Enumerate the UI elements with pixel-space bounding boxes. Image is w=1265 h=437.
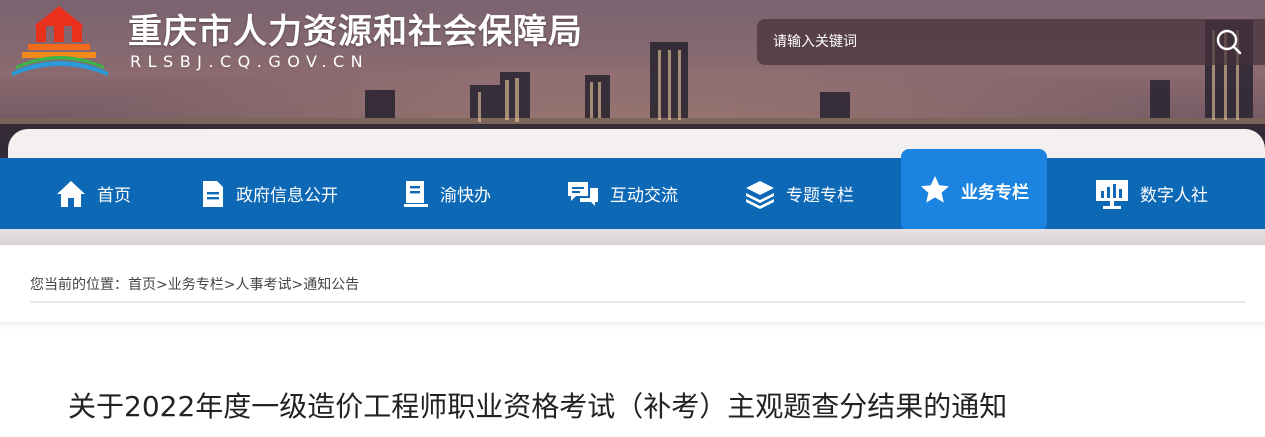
nav-item-label: 数字人社	[1140, 186, 1208, 206]
nav-item-label: 业务专栏	[961, 182, 1029, 203]
nav-item-business[interactable]: 业务专栏	[901, 149, 1047, 231]
book-icon	[404, 180, 428, 207]
search-input[interactable]	[773, 31, 1193, 53]
nav-item-label: 政府信息公开	[236, 186, 338, 206]
star-icon	[921, 176, 949, 203]
breadcrumb-prefix: 您当前的位置：	[30, 277, 128, 293]
breadcrumb-separator: >	[156, 277, 168, 293]
layers-icon	[746, 180, 774, 209]
document-icon	[203, 180, 223, 207]
breadcrumb-link-personnel-exam[interactable]: 人事考试	[235, 277, 291, 293]
nav-item-label: 互动交流	[610, 186, 678, 206]
search-box	[757, 19, 1265, 65]
home-icon	[57, 180, 85, 207]
section-shadow	[0, 322, 1265, 330]
nav-item-label: 首页	[97, 186, 131, 206]
main-nav: 首页 政府信息公开 渝快办 互动交流 专题专栏 业务专栏 数字人社	[0, 149, 1265, 231]
chat-icon	[568, 181, 598, 206]
nav-item-digital-hr[interactable]: 数字人社	[1094, 158, 1208, 229]
site-domain: RLSBJ.CQ.GOV.CN	[130, 52, 370, 71]
breadcrumb-separator: >	[223, 277, 236, 293]
breadcrumb-link-business[interactable]: 业务专栏	[168, 277, 224, 293]
search-icon[interactable]	[1215, 28, 1243, 56]
breadcrumb-link-home[interactable]: 首页	[128, 277, 156, 293]
breadcrumb-link-notices[interactable]: 通知公告	[303, 277, 359, 293]
article-title: 关于2022年度一级造价工程师职业资格考试（补考）主观题查分结果的通知	[68, 390, 1008, 423]
monitor-chart-icon	[1096, 179, 1128, 209]
bureau-logo	[12, 6, 108, 76]
nav-item-topics[interactable]: 专题专栏	[744, 158, 854, 229]
nav-item-label: 专题专栏	[786, 186, 854, 206]
nav-item-interaction[interactable]: 互动交流	[566, 158, 678, 229]
nav-item-label: 渝快办	[440, 186, 491, 206]
nav-item-yukuaiban[interactable]: 渝快办	[402, 158, 491, 229]
breadcrumb: 您当前的位置：首页>业务专栏>人事考试>通知公告	[30, 274, 1246, 303]
nav-item-gov-info[interactable]: 政府信息公开	[200, 158, 338, 229]
breadcrumb-separator: >	[291, 277, 304, 293]
nav-item-home[interactable]: 首页	[55, 158, 131, 229]
nav-bottom-strip	[0, 229, 1265, 245]
site-title: 重庆市人力资源和社会保障局	[128, 12, 583, 52]
